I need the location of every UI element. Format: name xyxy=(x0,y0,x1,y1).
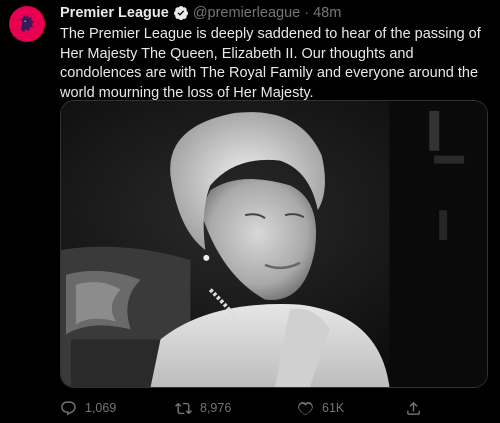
share-icon xyxy=(407,401,420,415)
timestamp[interactable]: 48m xyxy=(313,4,341,22)
retweet-icon xyxy=(175,402,192,414)
reply-button[interactable]: 1,069 xyxy=(60,397,116,419)
queen-portrait-image xyxy=(61,101,487,387)
tweet-actions: 1,069 8,976 61K xyxy=(60,397,488,419)
like-button[interactable]: 61K xyxy=(297,397,344,419)
tweet-content: Premier League @premierleague · 48m The … xyxy=(60,4,488,103)
heart-icon xyxy=(298,401,313,415)
separator-dot: · xyxy=(304,5,310,21)
premier-league-lion-icon xyxy=(20,15,34,32)
avatar[interactable] xyxy=(9,6,45,42)
verified-badge-icon xyxy=(173,5,189,21)
tweet-text: The Premier League is deeply saddened to… xyxy=(60,26,481,101)
retweet-button[interactable]: 8,976 xyxy=(175,397,231,419)
retweet-count: 8,976 xyxy=(200,401,232,415)
tweet-image[interactable] xyxy=(60,100,488,388)
share-button[interactable] xyxy=(405,397,430,419)
handle[interactable]: @premierleague xyxy=(193,4,300,22)
like-count: 61K xyxy=(322,401,345,415)
reply-icon xyxy=(61,400,76,415)
display-name[interactable]: Premier League xyxy=(60,4,169,22)
tweet-header: Premier League @premierleague · 48m xyxy=(60,4,488,22)
reply-count: 1,069 xyxy=(85,401,117,415)
